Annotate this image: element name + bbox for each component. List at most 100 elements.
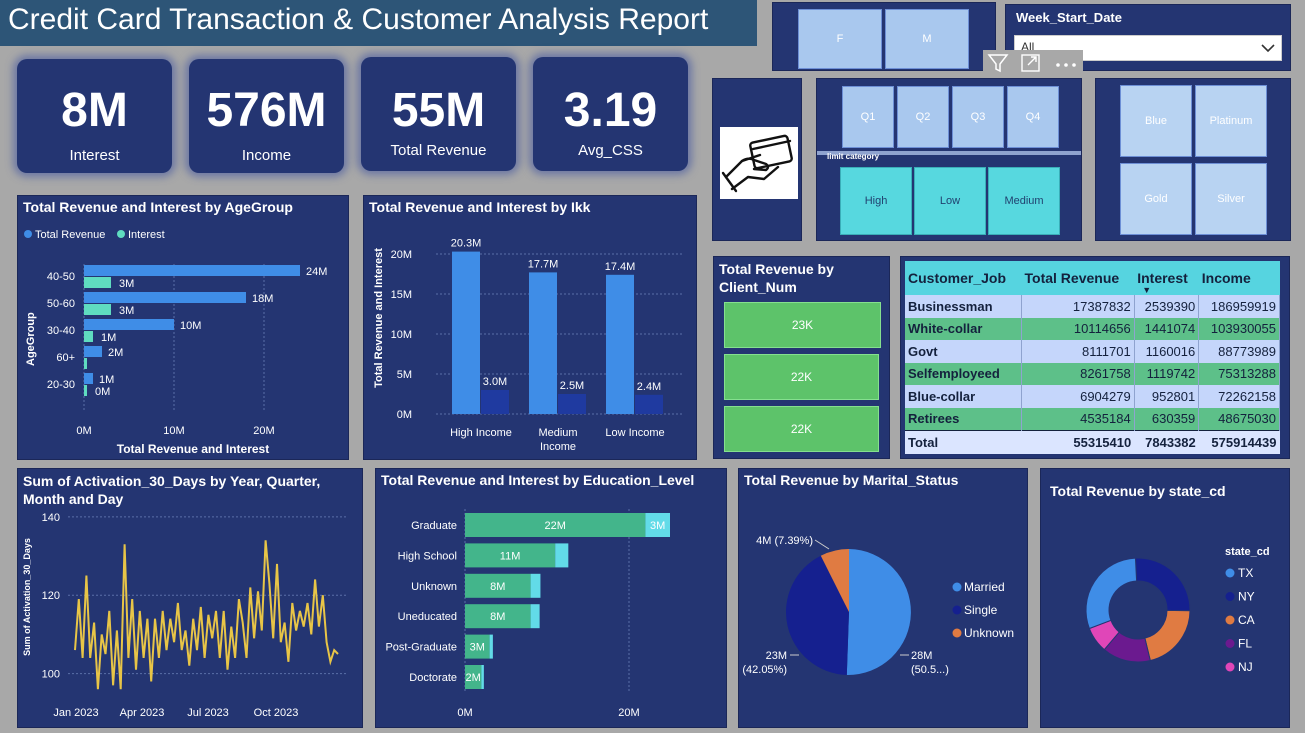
client-num-tile[interactable]: 22K: [724, 406, 879, 452]
table-body: Businessman 17387832 2539390 186959919 White…: [905, 295, 1280, 454]
slicer-option-high[interactable]: High: [840, 167, 912, 235]
table-total-cell: 575914439: [1198, 429, 1280, 454]
y-tick-label: 20-30: [47, 379, 75, 391]
column-header-sorted[interactable]: Interest ▼: [1134, 261, 1199, 295]
y-tick-label: 0M: [397, 409, 412, 421]
slicer-option-m[interactable]: M: [885, 9, 969, 69]
column-header[interactable]: Income: [1199, 261, 1280, 295]
slicer-option-gold[interactable]: Gold: [1120, 163, 1192, 235]
data-label: (50.5...): [911, 664, 949, 676]
data-label: 17.7M: [528, 258, 559, 270]
table-row[interactable]: Selfemployeed 8261758 1119742 75313288: [905, 362, 1280, 385]
data-label: 2.4M: [637, 381, 661, 393]
legend-marker: [952, 605, 962, 615]
y-tick-label: 140: [42, 512, 60, 524]
filter-icon[interactable]: [987, 53, 1009, 73]
pie-slice: [846, 549, 911, 676]
x-tick-label: Medium: [538, 427, 577, 439]
table-cell-value: 8111701: [1021, 340, 1135, 363]
table-total-cell: 7843382: [1134, 429, 1199, 454]
x-tick-label: 20M: [253, 425, 274, 437]
legend-label-revenue: Total Revenue: [35, 229, 105, 241]
kpi-label: Total Revenue: [390, 142, 487, 159]
kpi-card-interest[interactable]: 8M Interest: [17, 59, 172, 173]
legend-label-interest: Interest: [128, 229, 165, 241]
data-label: 8M: [490, 581, 505, 593]
y-tick-label: Unknown: [411, 581, 457, 593]
y-tick-label: 5M: [397, 369, 412, 381]
chart-title: Total Revenue by Client_Num: [719, 261, 834, 295]
data-label: 22M: [544, 520, 565, 532]
quarter-limit-slicer-panel: Q1 Q2 Q3 Q4 limit category High Low Medi…: [816, 78, 1082, 241]
kpi-card-income[interactable]: 576M Income: [189, 59, 344, 173]
table-cell-job: Govt: [905, 340, 1022, 363]
slicer-option-q2[interactable]: Q2: [897, 86, 949, 148]
chevron-down-icon: [1261, 44, 1275, 53]
table-cell-job: Businessman: [905, 295, 1022, 318]
table-cell-value: 48675030: [1198, 407, 1280, 430]
y-tick-label: Uneducated: [398, 611, 457, 623]
ikk-chart: Total Revenue and Interest 0M 5M 10M 15M 20M…: [373, 238, 684, 453]
donut-slice: [1134, 557, 1191, 612]
table-row[interactable]: Retirees 4535184 630359 48675030: [905, 407, 1280, 430]
y-tick-label: 100: [42, 669, 60, 681]
column-header[interactable]: Total Revenue: [1022, 261, 1135, 295]
bar-revenue: [84, 373, 93, 384]
legend-marker: [1225, 568, 1235, 578]
slicer-option-q4[interactable]: Q4: [1007, 86, 1059, 148]
slicer-option-platinum[interactable]: Platinum: [1195, 85, 1267, 157]
y-tick-label: Graduate: [411, 520, 457, 532]
data-label: 18M: [252, 293, 273, 305]
data-label: 10M: [180, 320, 201, 332]
y-axis-label: AgeGroup: [25, 312, 37, 366]
data-label: 11M: [500, 550, 521, 562]
bar-interest: [84, 385, 87, 396]
data-label: 1M: [99, 374, 114, 386]
bar-revenue: [84, 319, 174, 330]
gender-slicer: F M: [772, 2, 996, 71]
data-label: 24M: [306, 266, 327, 278]
legend-label: NJ: [1238, 660, 1253, 674]
bar-revenue: [84, 292, 246, 303]
data-label: 2M: [466, 672, 481, 684]
x-tick-label: Jan 2023: [53, 707, 98, 719]
y-tick-label: 15M: [391, 289, 412, 301]
slicer-option-q3[interactable]: Q3: [952, 86, 1004, 148]
data-label: 28M: [911, 650, 932, 662]
slicer-option-blue[interactable]: Blue: [1120, 85, 1192, 157]
bar-revenue: [529, 272, 557, 414]
slicer-option-medium[interactable]: Medium: [988, 167, 1060, 235]
table-cell-job: Retirees: [905, 407, 1022, 430]
kpi-card-total-revenue[interactable]: 55M Total Revenue: [361, 57, 516, 171]
legend-label: Unknown: [964, 626, 1014, 640]
legend-title: state_cd: [1225, 546, 1270, 558]
kpi-value: 55M: [391, 84, 486, 137]
slicer-option-silver[interactable]: Silver: [1195, 163, 1267, 235]
customer-job-table-panel: Customer_Job Total Revenue Interest ▼ Inc…: [900, 256, 1290, 459]
kpi-card-avg-css[interactable]: 3.19 Avg_CSS: [533, 57, 688, 171]
slicer-option-low[interactable]: Low: [914, 167, 986, 235]
client-num-tile[interactable]: 23K: [724, 302, 881, 348]
bar-interest: [555, 543, 569, 568]
slicer-option-f[interactable]: F: [798, 9, 882, 69]
table-cell-value: 4535184: [1021, 407, 1135, 430]
table-row[interactable]: Govt 8111701 1160016 88773989: [905, 340, 1280, 363]
y-axis-label: Total Revenue and Interest: [373, 248, 385, 388]
focus-mode-icon[interactable]: [1020, 53, 1042, 73]
leader-line: [814, 539, 830, 550]
bar-interest: [84, 358, 87, 369]
client-num-tile[interactable]: 22K: [724, 354, 879, 400]
table-row[interactable]: Blue-collar 6904279 952801 72262158: [905, 385, 1280, 408]
data-label: 2M: [108, 347, 123, 359]
table-cell-value: 8261758: [1021, 362, 1135, 385]
table-row[interactable]: White-collar 10114656 1441074 103930055: [905, 317, 1280, 340]
table-row[interactable]: Businessman 17387832 2539390 186959919: [905, 295, 1280, 318]
slicer-option-q1[interactable]: Q1: [842, 86, 894, 148]
column-header[interactable]: Customer_Job: [905, 261, 1022, 295]
table-cell-job: Selfemployeed: [905, 362, 1022, 385]
table-cell-value: 72262158: [1198, 385, 1280, 408]
table-cell-value: 75313288: [1198, 362, 1280, 385]
more-options-icon[interactable]: [1053, 53, 1079, 73]
x-tick-label: 20M: [618, 707, 639, 719]
data-label: 3M: [650, 520, 665, 532]
